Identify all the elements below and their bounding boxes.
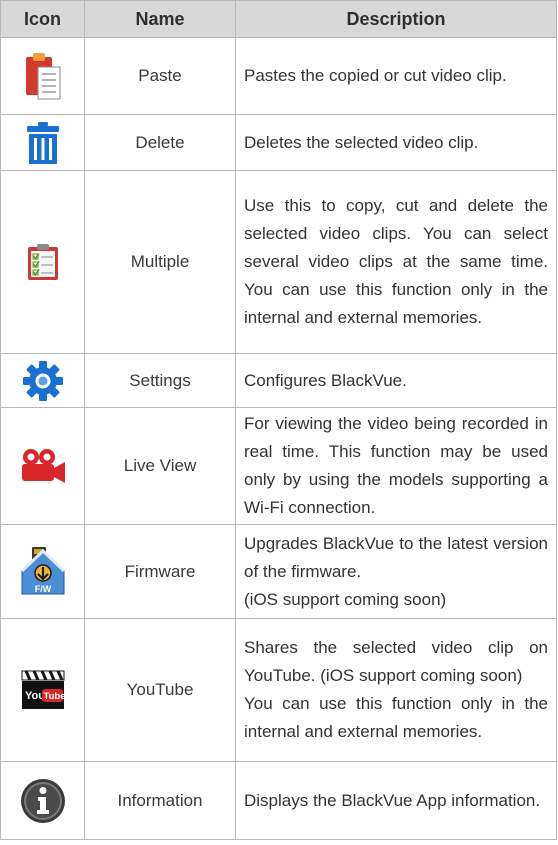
- paste-icon: [24, 51, 62, 101]
- youtube-icon: You Tube: [20, 670, 66, 710]
- table-row: Delete Deletes the selected video clip.: [0, 114, 557, 171]
- table-row: Settings Configures BlackVue.: [0, 353, 557, 408]
- icon-reference-table: Icon Name Description Paste Pastes the c…: [0, 0, 557, 840]
- table-row: Multiple Use this to copy, cut and delet…: [0, 170, 557, 354]
- row-description: Use this to copy, cut and delete the sel…: [235, 170, 557, 354]
- row-name: Delete: [84, 114, 236, 171]
- table-header-row: Icon Name Description: [0, 0, 557, 38]
- table-row: Paste Pastes the copied or cut video cli…: [0, 37, 557, 115]
- svg-text:Tube: Tube: [43, 691, 65, 702]
- row-name: Live View: [84, 407, 236, 525]
- row-name: Paste: [84, 37, 236, 115]
- row-description: For viewing the video being recorded in …: [235, 407, 557, 525]
- table-row: Live View For viewing the video being re…: [0, 407, 557, 525]
- icon-cell: F/W: [0, 524, 85, 619]
- row-name: Firmware: [84, 524, 236, 619]
- row-description: Upgrades BlackVue to the latest version …: [235, 524, 557, 619]
- icon-cell: [0, 114, 85, 171]
- trash-icon: [25, 121, 61, 165]
- icon-cell: [0, 37, 85, 115]
- table-row: You Tube YouTube Shares the selected vid…: [0, 618, 557, 762]
- icon-cell: You Tube: [0, 618, 85, 762]
- table-row: F/W Firmware Upgrades BlackVue to the la…: [0, 524, 557, 619]
- gear-icon: [22, 360, 64, 402]
- row-name: Multiple: [84, 170, 236, 354]
- firmware-icon: F/W: [19, 546, 67, 598]
- header-icon: Icon: [0, 0, 85, 38]
- row-description: Shares the selected video clip on YouTub…: [235, 618, 557, 762]
- icon-cell: [0, 170, 85, 354]
- table-row: Information Displays the BlackVue App in…: [0, 761, 557, 840]
- icon-cell: [0, 407, 85, 525]
- row-name: Settings: [84, 353, 236, 408]
- icon-cell: [0, 761, 85, 840]
- checklist-icon: [26, 243, 60, 281]
- svg-text:F/W: F/W: [34, 584, 51, 594]
- icon-cell: [0, 353, 85, 408]
- row-description: Configures BlackVue.: [235, 353, 557, 408]
- row-name: YouTube: [84, 618, 236, 762]
- info-icon: [19, 777, 67, 825]
- video-camera-icon: [19, 447, 67, 485]
- row-description: Deletes the selected video clip.: [235, 114, 557, 171]
- row-description: Pastes the copied or cut video clip.: [235, 37, 557, 115]
- header-description: Description: [235, 0, 557, 38]
- header-name: Name: [84, 0, 236, 38]
- row-name: Information: [84, 761, 236, 840]
- row-description: Displays the BlackVue App information.: [235, 761, 557, 840]
- svg-text:You: You: [25, 690, 45, 702]
